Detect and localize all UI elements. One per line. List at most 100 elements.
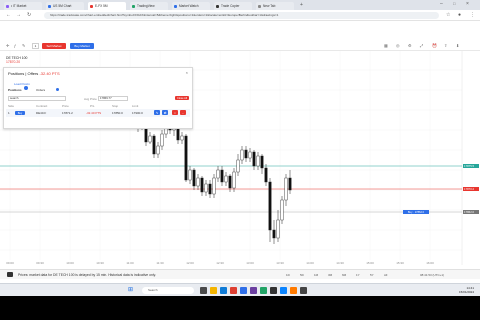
tab-favicon [90,4,93,8]
candle-body [288,177,292,191]
task-view-icon[interactable] [200,287,207,294]
forward-icon[interactable]: → [16,12,21,19]
settings-icon[interactable]: ⚙ [408,43,412,48]
load-positions-link[interactable]: Load Positn [14,82,30,86]
close-position-button[interactable]: × [172,110,178,115]
draw-icon[interactable]: ✎ [22,43,25,48]
timeframe-all[interactable]: All [384,273,387,277]
app-icon[interactable] [290,287,297,294]
reverse-position-button[interactable]: ⇄ [162,110,168,115]
time-tick: 13:00 [246,261,254,265]
maximize-icon[interactable]: □ [453,1,455,6]
candle-body [228,175,232,189]
browser-tab[interactable]: Market Watch [172,2,210,10]
time-tick: 09:00 [6,261,14,265]
quantity-field[interactable]: 1 [32,43,39,49]
search-input[interactable]: search [8,96,66,101]
browser-tab[interactable]: New Tab [256,2,294,10]
candle-body [260,155,264,169]
indicator-icon[interactable]: ƒ [14,43,16,48]
position-price-tag: 17875.5 [463,164,479,168]
panel-title: Positions | Offers -32.40 PTS [8,71,60,76]
time-tick: 11:30 [156,261,164,265]
reload-icon[interactable]: ↻ [27,12,31,19]
new-tab-icon[interactable]: + [300,2,303,8]
screenshot-icon[interactable]: ◎ [396,43,400,48]
candle-body [208,183,212,195]
tab-orders[interactable]: Orders [36,88,45,92]
timeframe-5y[interactable]: 5Y [370,273,374,277]
terminal-icon[interactable] [270,287,277,294]
avg-price-field[interactable]: 17869.77 [98,96,128,101]
tab-label: Trade Copier [221,4,240,8]
excel-icon[interactable] [260,287,267,294]
tab-label: US 5M Chart [53,4,72,8]
back-icon[interactable]: ← [6,12,11,19]
alert-icon[interactable]: ⏰ [432,43,437,48]
close-icon[interactable]: × [186,70,188,75]
timeframe-6m[interactable]: 6M [342,273,346,277]
close-all-button[interactable]: Close All [175,96,189,100]
buy-market-button[interactable]: Buy Market [70,43,94,49]
time-tick: 11:00 [126,261,134,265]
settings-app-icon[interactable] [300,287,307,294]
crosshair-icon[interactable]: ✛ [6,43,9,48]
browser-tab[interactable]: Trade Copier [214,2,252,10]
letterbox-bar [0,296,480,320]
trading-toolbar: ✛ ƒ ✎ 1 Sell Market Buy Market ▦ ◎ ⚙ ⤢ ⏰… [0,42,480,51]
candle-body [244,149,248,159]
browser-tab-active[interactable]: E-FX 5M [88,2,126,10]
taskbar-search[interactable]: Search [142,287,194,294]
timeframe-1y[interactable]: 1Y [356,273,360,277]
edge-icon[interactable] [220,287,227,294]
edit-position-button[interactable]: ✎ [154,110,160,115]
candle-body [240,149,244,161]
timeframe-1d[interactable]: 1D [286,273,290,277]
tab-favicon [48,4,51,8]
time-tick: 15:30 [396,261,404,265]
timeframe-3m[interactable]: 3M [328,273,332,277]
candle-body [180,135,184,141]
market-data-icon [7,272,13,277]
col-pnl: P/L [90,104,95,108]
browser-tab[interactable]: US 5M Chart [46,2,84,10]
order-label[interactable]: Buy · 17862.0 [403,210,429,214]
timeframe-1m[interactable]: 1M [314,273,318,277]
avg-price-label: Avg Price [84,97,97,101]
share-icon[interactable]: ⇪ [444,43,447,48]
menu-dots-icon[interactable]: ⋮ [470,12,475,19]
tab-favicon [6,4,9,8]
delete-position-button[interactable]: − [180,110,186,115]
chrome-icon[interactable] [230,287,237,294]
candle-body [236,159,240,173]
mail-icon[interactable] [240,287,247,294]
layout-icon[interactable]: ▦ [384,43,388,48]
symbol-price: 17870.20 [6,60,21,64]
url-field[interactable]: https://trade.tradovate.com/chart-embedd… [44,12,439,19]
row-contract: DE40.F [36,111,47,115]
time-tick: 12:30 [216,261,224,265]
windows-start-icon[interactable]: ⊞ [128,287,133,294]
sell-market-button[interactable]: Sell Market [42,43,66,49]
save-icon[interactable]: ⬇ [456,43,459,48]
order-price-tag: 17862.0 [463,210,479,214]
teams-icon[interactable] [250,287,257,294]
tab-label: • IT Market [11,4,27,8]
bookmark-star-icon[interactable]: ☆ [446,12,450,19]
time-tick: 16:00 [426,261,434,265]
timeframe-5d[interactable]: 5D [300,273,304,277]
time-tick: 12:00 [186,261,194,265]
browser-tab[interactable]: • IT Market [4,2,42,10]
panel-pnl: -32.40 PTS [39,71,60,76]
file-explorer-icon[interactable] [210,287,217,294]
browser-tab[interactable]: TradingView [130,2,168,10]
close-window-icon[interactable]: × [466,1,469,7]
tab-favicon [174,4,177,8]
store-icon[interactable] [280,287,287,294]
tab-positions[interactable]: Positions [8,88,22,92]
table-row[interactable]: 1 Buy DE40.F 17871.2 -32.40 PTS 17850.0 … [6,109,190,117]
fullscreen-icon[interactable]: ⤢ [420,43,423,48]
profile-icon[interactable]: ● [458,12,461,19]
minimize-icon[interactable]: – [440,1,443,7]
side-badge: Buy [15,111,25,115]
